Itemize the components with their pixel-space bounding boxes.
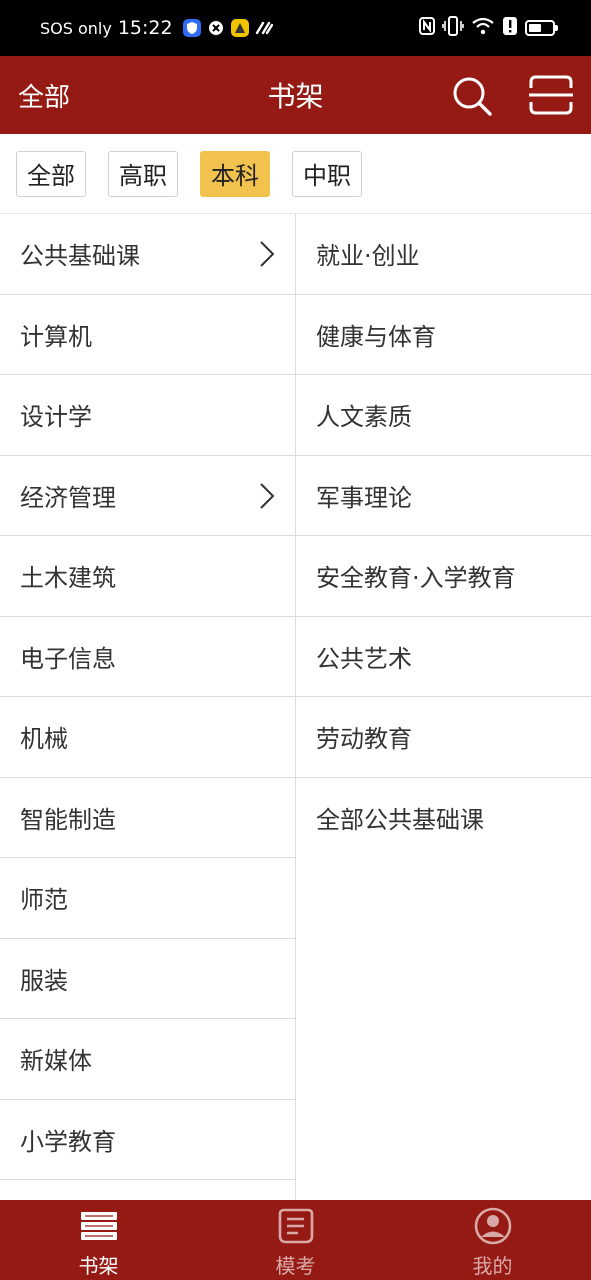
wifi-icon bbox=[471, 17, 495, 39]
category-label: 电子信息 bbox=[20, 644, 116, 673]
bookshelf-icon bbox=[80, 1212, 117, 1240]
filter-all[interactable]: 全部 bbox=[16, 150, 86, 197]
bottom-nav: 书架 模考 我的 bbox=[0, 1200, 591, 1280]
primary-category-item[interactable]: 计算机 bbox=[0, 295, 295, 375]
nav-label: 书架 bbox=[78, 1254, 119, 1278]
primary-category-item[interactable]: 智能制造 bbox=[0, 778, 295, 858]
chevron-right-icon bbox=[260, 241, 275, 267]
subcategory-label: 公共艺术 bbox=[316, 644, 412, 673]
filter-label: 本科 bbox=[211, 162, 259, 190]
clock: 15:22 bbox=[117, 17, 173, 39]
filter-label: 中职 bbox=[303, 162, 351, 190]
nav-profile[interactable]: 我的 bbox=[394, 1200, 591, 1280]
category-label: 小学教育 bbox=[20, 1127, 116, 1156]
filter-vocational-college[interactable]: 高职 bbox=[108, 150, 178, 197]
subcategory-label: 军事理论 bbox=[316, 483, 412, 512]
status-bar: SOS only 15:22 bbox=[0, 0, 591, 56]
category-label: 经济管理 bbox=[20, 483, 116, 512]
nfc-icon bbox=[419, 17, 435, 39]
carrier-text: SOS only bbox=[40, 18, 112, 38]
sub-category-item[interactable]: 人文素质 bbox=[296, 375, 591, 456]
chevron-right-icon bbox=[260, 482, 275, 509]
close-app-icon bbox=[206, 19, 225, 37]
scan-icon[interactable] bbox=[528, 74, 574, 116]
primary-category-item[interactable]: 电子信息 bbox=[0, 617, 295, 697]
primary-category-list: 公共基础课 计算机 设计学 经济管理 土木建筑 电子信息 机械 智能制造 师范 … bbox=[0, 214, 296, 1200]
primary-category-item[interactable]: 机械 bbox=[0, 697, 295, 778]
subcategory-label: 人文素质 bbox=[316, 403, 412, 432]
category-label: 新媒体 bbox=[20, 1047, 92, 1076]
primary-category-item[interactable]: 师范 bbox=[0, 858, 295, 939]
primary-category-item[interactable]: 服装 bbox=[0, 939, 295, 1019]
battery-icon bbox=[525, 20, 558, 36]
sub-category-item[interactable]: 安全教育·入学教育 bbox=[296, 536, 591, 617]
subcategory-label: 就业·创业 bbox=[316, 242, 420, 271]
vibrate-icon bbox=[442, 16, 464, 40]
subcategory-label: 全部公共基础课 bbox=[316, 806, 484, 835]
top-app-bar: 全部 书架 bbox=[0, 56, 591, 134]
status-right bbox=[419, 16, 558, 40]
filter-label: 全部 bbox=[27, 162, 75, 190]
category-label: 师范 bbox=[20, 886, 68, 915]
nav-label: 模考 bbox=[275, 1254, 316, 1278]
status-left: SOS only 15:22 bbox=[40, 17, 273, 39]
category-label: 机械 bbox=[20, 725, 68, 754]
level-filter-bar: 全部 高职 本科 中职 bbox=[0, 134, 591, 214]
nav-mock-exam[interactable]: 模考 bbox=[197, 1200, 394, 1280]
page-title: 书架 bbox=[267, 80, 324, 113]
category-label: 智能制造 bbox=[20, 805, 116, 834]
subcategory-label: 安全教育·入学教育 bbox=[316, 564, 516, 593]
shield-app-icon bbox=[182, 19, 201, 37]
filter-undergraduate[interactable]: 本科 bbox=[200, 150, 270, 197]
search-icon[interactable] bbox=[450, 74, 494, 118]
category-browser: 公共基础课 计算机 设计学 经济管理 土木建筑 电子信息 机械 智能制造 师范 … bbox=[0, 214, 591, 1200]
nav-bookshelf[interactable]: 书架 bbox=[0, 1200, 197, 1280]
category-label: 计算机 bbox=[20, 322, 92, 351]
sub-category-item[interactable]: 健康与体育 bbox=[296, 295, 591, 375]
sub-category-item[interactable]: 就业·创业 bbox=[296, 214, 591, 295]
primary-category-item[interactable]: 经济管理 bbox=[0, 456, 295, 536]
primary-category-item[interactable]: 土木建筑 bbox=[0, 536, 295, 617]
yellow-app-icon bbox=[230, 19, 249, 37]
primary-category-item[interactable]: 小学教育 bbox=[0, 1100, 295, 1180]
category-all-button[interactable]: 全部 bbox=[18, 77, 70, 114]
sub-category-item[interactable]: 军事理论 bbox=[296, 456, 591, 536]
profile-icon bbox=[474, 1207, 511, 1245]
category-label: 设计学 bbox=[20, 403, 92, 432]
category-label: 公共基础课 bbox=[20, 242, 140, 271]
alert-icon bbox=[502, 16, 518, 40]
sub-category-item[interactable]: 劳动教育 bbox=[296, 697, 591, 778]
battery-level bbox=[529, 24, 542, 32]
primary-category-item[interactable]: 设计学 bbox=[0, 375, 295, 456]
category-label: 土木建筑 bbox=[20, 564, 116, 593]
filter-secondary-vocational[interactable]: 中职 bbox=[292, 150, 362, 197]
category-label: 服装 bbox=[20, 966, 68, 995]
nav-label: 我的 bbox=[472, 1254, 513, 1278]
subcategory-label: 健康与体育 bbox=[316, 322, 436, 351]
filter-label: 高职 bbox=[119, 162, 167, 190]
sub-category-item[interactable]: 公共艺术 bbox=[296, 617, 591, 697]
sub-category-item[interactable]: 全部公共基础课 bbox=[296, 778, 591, 859]
subcategory-label: 劳动教育 bbox=[316, 725, 412, 754]
link-app-icon bbox=[255, 19, 273, 37]
primary-category-item[interactable]: 公共基础课 bbox=[0, 214, 295, 295]
sub-category-list: 就业·创业 健康与体育 人文素质 军事理论 安全教育·入学教育 公共艺术 劳动教… bbox=[296, 214, 591, 1200]
primary-category-item[interactable]: 新媒体 bbox=[0, 1019, 295, 1100]
exam-icon bbox=[278, 1208, 313, 1244]
